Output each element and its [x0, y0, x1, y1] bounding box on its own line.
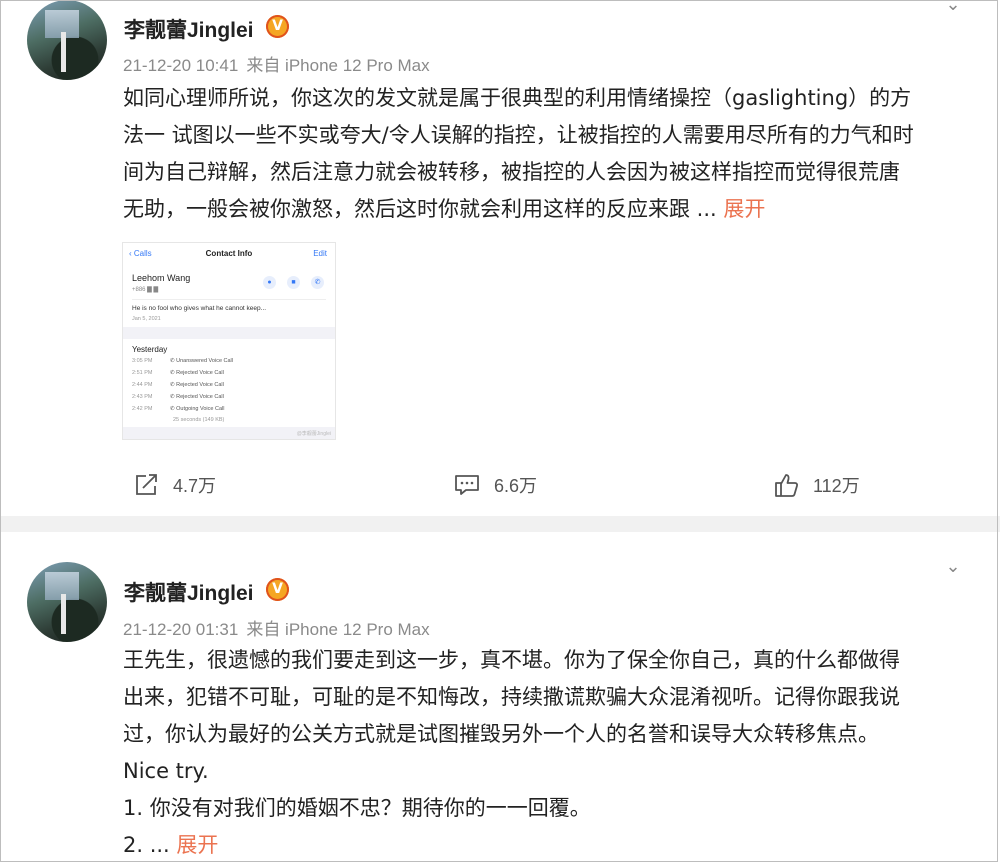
chevron-down-icon[interactable]: ⌄: [942, 0, 964, 16]
weibo-post: 李靓蕾Jinglei V ⌄ 21-12-20 01:31 来自 iPhone 1…: [0, 532, 1000, 864]
divider: [132, 299, 326, 300]
post-body-line: 1. 你没有对我们的婚姻不忠？期待你的一一回覆。: [123, 796, 591, 820]
call-row: 2:51 PM ✆ Rejected Voice Call: [132, 370, 224, 376]
image-section-title: Yesterday: [132, 345, 168, 354]
call-row: 3:05 PM ✆ Unanswered Voice Call: [132, 358, 234, 364]
weibo-post: 李靓蕾Jinglei V ⌄ 21-12-20 10:41 来自 iPhone 1…: [0, 0, 1000, 516]
post-body-line: 无助，一般会被你激怒，然后这时你就会利用这样的反应来跟 ... 展开: [123, 197, 766, 221]
post-source: 来自 iPhone 12 Pro Max: [246, 620, 430, 639]
thumbs-up-icon: [775, 474, 799, 497]
image-nav-bar: ‹ Calls Contact Info Edit: [123, 243, 335, 265]
vip-badge-icon: V: [266, 15, 289, 38]
post-timestamp[interactable]: 21-12-20 10:41: [123, 56, 238, 75]
expand-link[interactable]: 展开: [176, 833, 218, 857]
chevron-down-icon[interactable]: ⌄: [942, 556, 964, 578]
call-duration: 25 seconds (149 KB): [173, 417, 225, 423]
image-edit-link: Edit: [313, 249, 327, 258]
author-name[interactable]: 李靓蕾Jinglei: [124, 14, 254, 44]
call-row: 2:42 PM ✆ Outgoing Voice Call: [132, 406, 225, 412]
post-body: 如同心理师所说，你这次的发文就是属于很典型的利用情绪操控（gaslighting…: [123, 80, 958, 228]
image-contact-name: Leehom Wang: [132, 273, 191, 283]
post-source: 来自 iPhone 12 Pro Max: [246, 56, 430, 75]
image-quote-date: Jan 5, 2021: [132, 316, 161, 322]
like-count: 112万: [813, 476, 860, 496]
comment-icon: [455, 475, 479, 495]
repost-button[interactable]: 4.7万: [133, 472, 216, 498]
author-avatar[interactable]: [27, 562, 107, 642]
vip-badge-icon: V: [266, 578, 289, 601]
phone-icon: ✆: [311, 276, 324, 289]
comment-button[interactable]: 6.6万: [454, 472, 537, 498]
post-separator: [0, 516, 1000, 532]
like-button[interactable]: 112万: [773, 472, 860, 498]
image-title: Contact Info: [205, 249, 253, 258]
post-body-line: 出来，犯错不可耻，可耻的是不知悔改，持续撒谎欺骗大众混淆视听。记得你跟我说: [123, 685, 900, 709]
video-icon: ■: [287, 276, 300, 289]
repost-count: 4.7万: [173, 476, 217, 496]
author-avatar[interactable]: [27, 0, 107, 80]
post-meta: 21-12-20 01:31 来自 iPhone 12 Pro Max: [123, 615, 438, 640]
post-body-line: Nice try.: [123, 759, 209, 783]
expand-link[interactable]: 展开: [723, 197, 765, 221]
call-row: 2:44 PM ✆ Rejected Voice Call: [132, 382, 224, 388]
post-body-line: 2. ... 展开: [123, 833, 219, 857]
post-image[interactable]: ‹ Calls Contact Info Edit Leehom Wang +8…: [122, 242, 336, 440]
divider: [123, 327, 335, 339]
image-quote: He is no fool who gives what he cannot k…: [132, 305, 267, 312]
post-body-line: 间为自己辩解，然后注意力就会被转移，被指控的人会因为被这样指控而觉得很荒唐: [123, 160, 900, 184]
message-icon: ●: [263, 276, 276, 289]
post-meta: 21-12-20 10:41 来自 iPhone 12 Pro Max: [123, 51, 438, 76]
repost-icon: [136, 474, 157, 495]
post-body-line: 如同心理师所说，你这次的发文就是属于很典型的利用情绪操控（gaslighting…: [123, 86, 912, 110]
call-row: 2:43 PM ✆ Rejected Voice Call: [132, 394, 224, 400]
post-timestamp[interactable]: 21-12-20 01:31: [123, 620, 238, 639]
post-body-line: 过，你认为最好的公关方式就是试图摧毁另外一个人的名誉和误导大众转移焦点。: [123, 722, 879, 746]
image-watermark: @李靓蕾Jinglei: [296, 431, 331, 437]
author-name[interactable]: 李靓蕾Jinglei: [124, 577, 254, 607]
post-body-line: 法一 试图以一些不实或夸大/令人误解的指控，让被指控的人需要用尽所有的力气和时: [123, 123, 914, 147]
post-body-line: 王先生，很遗憾的我们要走到这一步，真不堪。你为了保全你自己，真的什么都做得: [123, 648, 900, 672]
image-contact-number: +886 ▇ ▇: [132, 287, 159, 293]
post-body: 王先生，很遗憾的我们要走到这一步，真不堪。你为了保全你自己，真的什么都做得 出来…: [123, 642, 958, 864]
comment-count: 6.6万: [494, 476, 538, 496]
